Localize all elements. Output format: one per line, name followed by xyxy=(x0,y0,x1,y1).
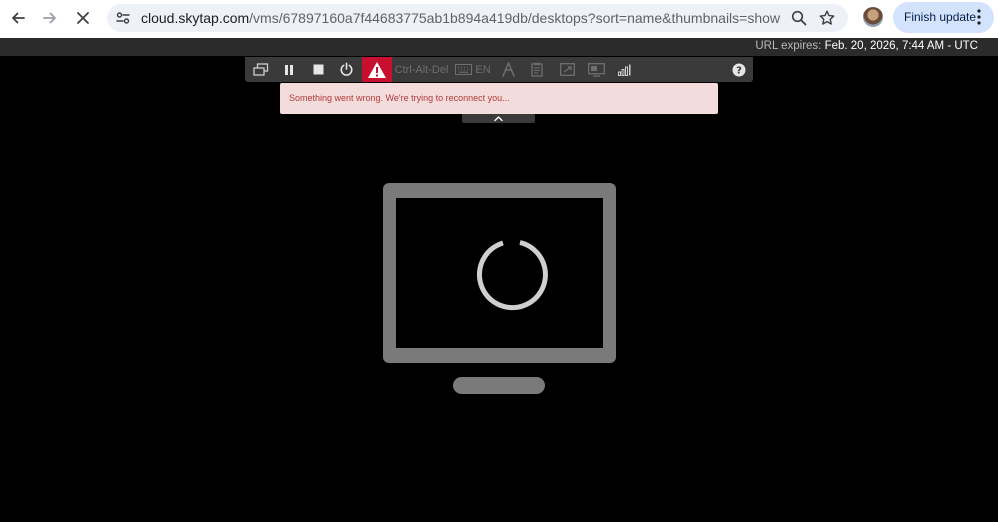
more-menu-icon[interactable] xyxy=(977,8,981,26)
stop-loading-button[interactable] xyxy=(70,6,96,30)
power-button[interactable] xyxy=(333,57,359,82)
arrow-right-icon xyxy=(43,12,56,24)
url-text[interactable]: cloud.skytap.com/vms/67897160a7f44683775… xyxy=(141,10,781,26)
share-icon xyxy=(501,62,515,77)
display-settings-button[interactable] xyxy=(584,57,608,82)
keyboard-icon xyxy=(455,64,473,75)
clipboard-icon xyxy=(531,62,543,77)
url-expiry-value: Feb. 20, 2026, 7:44 AM - UTC xyxy=(824,40,978,52)
forward-button[interactable] xyxy=(37,6,63,30)
resize-icon xyxy=(559,63,575,76)
back-button[interactable] xyxy=(5,6,31,30)
power-icon xyxy=(339,62,353,76)
site-settings-icon[interactable] xyxy=(115,10,131,26)
url-expiry: URL expires: Feb. 20, 2026, 7:44 AM - UT… xyxy=(755,40,978,52)
error-banner: Something went wrong. We're trying to re… xyxy=(280,83,718,114)
keyboard-layout-button[interactable]: EN xyxy=(455,57,491,82)
error-message: Something went wrong. We're trying to re… xyxy=(289,93,510,103)
warning-icon xyxy=(368,61,386,78)
vm-monitor-stand xyxy=(453,377,545,394)
vm-screen xyxy=(396,198,603,348)
finish-update-button[interactable]: Finish update xyxy=(893,2,994,33)
finish-update-label: Finish update xyxy=(904,10,977,24)
help-button[interactable]: ? xyxy=(729,57,749,82)
keyboard-language: EN xyxy=(475,63,491,76)
arrow-left-icon xyxy=(12,12,25,24)
ctrl-alt-del-button[interactable]: Ctrl-Alt-Del xyxy=(394,57,449,82)
url-expiry-bar: URL expires: Feb. 20, 2026, 7:44 AM - UT… xyxy=(0,38,998,56)
close-icon xyxy=(77,12,89,24)
bookmark-star-icon[interactable] xyxy=(818,9,836,27)
toolbar-collapse-tab[interactable] xyxy=(462,114,535,123)
multi-window-button[interactable] xyxy=(248,57,274,82)
sharing-button[interactable] xyxy=(497,57,519,82)
pause-icon xyxy=(285,64,293,75)
help-icon: ? xyxy=(732,63,746,76)
address-bar[interactable]: cloud.skytap.com/vms/67897160a7f44683775… xyxy=(107,4,848,32)
vm-monitor-graphic xyxy=(383,183,616,363)
help-icon-label: ? xyxy=(736,65,742,76)
profile-avatar[interactable] xyxy=(863,7,883,27)
url-path: /vms/67897160a7f44683775ab1b894a419db/de… xyxy=(249,10,781,26)
connection-stats-button[interactable] xyxy=(613,57,635,82)
stop-icon xyxy=(313,64,323,75)
pause-button[interactable] xyxy=(276,57,302,82)
browser-toolbar: cloud.skytap.com/vms/67897160a7f44683775… xyxy=(0,0,998,38)
fit-to-window-button[interactable] xyxy=(556,57,578,82)
url-expiry-label: URL expires: xyxy=(755,40,822,52)
zoom-icon[interactable] xyxy=(790,9,808,27)
windows-icon xyxy=(253,62,269,76)
url-host: cloud.skytap.com xyxy=(141,10,250,26)
stop-button[interactable] xyxy=(305,57,331,82)
chevron-up-icon xyxy=(494,116,503,122)
loading-spinner-icon xyxy=(476,240,548,311)
connection-alert-button[interactable] xyxy=(362,57,392,82)
vm-toolbar: Ctrl-Alt-Del EN ? xyxy=(245,57,753,82)
monitor-icon xyxy=(587,62,605,77)
ctrl-alt-del-label: Ctrl-Alt-Del xyxy=(394,63,449,76)
signal-bars-icon xyxy=(617,64,630,76)
clipboard-button[interactable] xyxy=(526,57,548,82)
